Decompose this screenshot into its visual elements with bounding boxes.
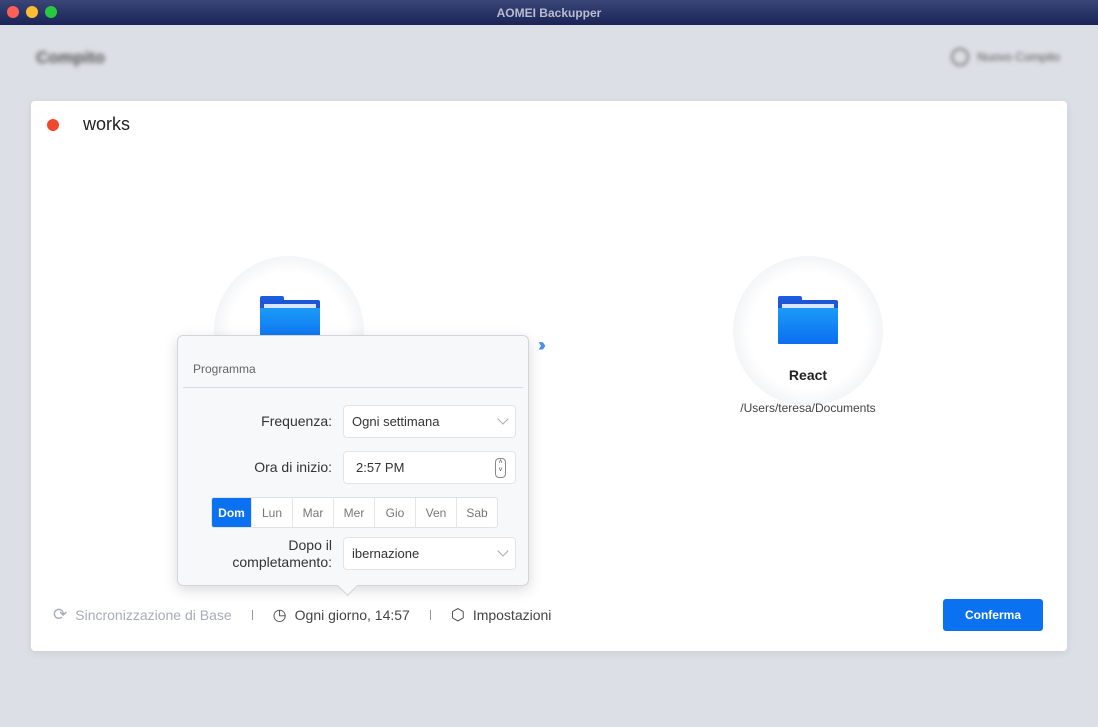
day-sab[interactable]: Sab	[456, 498, 497, 527]
background-page-title: Compito	[36, 48, 105, 67]
frequency-label: Frequenza:	[261, 413, 332, 429]
after-completion-value: ibernazione	[352, 546, 420, 561]
sync-icon: ⟳	[53, 605, 68, 624]
schedule-label: Ogni giorno, 14:57	[294, 607, 410, 623]
start-time-value: 2:57 PM	[356, 460, 405, 475]
day-ven[interactable]: Ven	[415, 498, 456, 527]
after-label-line2: completamento:	[232, 554, 332, 570]
zoom-window-button[interactable]	[45, 6, 57, 18]
settings-label: Impostazioni	[472, 607, 552, 623]
minimize-window-button[interactable]	[26, 6, 38, 18]
day-mar[interactable]: Mar	[292, 498, 333, 527]
confirm-button[interactable]: Conferma	[943, 599, 1043, 631]
settings-button[interactable]: ⬡ Impostazioni	[451, 605, 552, 625]
destination-folder-icon[interactable]	[778, 296, 838, 344]
sync-mode-button[interactable]: ⟳ Sincronizzazione di Base	[53, 605, 232, 625]
divider	[183, 387, 523, 388]
background-new-task-button: Nuovo Compito	[951, 48, 1060, 66]
status-dot	[47, 119, 59, 131]
after-label-line1: Dopo il	[288, 537, 332, 553]
plus-icon	[951, 48, 970, 66]
weekday-selector: Dom Lun Mar Mer Gio Ven Sab	[211, 497, 498, 528]
day-dom[interactable]: Dom	[212, 498, 251, 527]
day-lun[interactable]: Lun	[251, 498, 292, 527]
after-completion-select[interactable]: ibernazione	[343, 537, 516, 570]
frequency-select[interactable]: Ogni settimana	[343, 405, 516, 438]
settings-hex-icon: ⬡	[450, 607, 465, 624]
window-title: AOMEI Backupper	[496, 5, 602, 20]
clock-icon: ◷	[272, 607, 287, 624]
time-stepper[interactable]: ˄ ˅	[495, 458, 506, 478]
after-completion-label: Dopo il completamento:	[232, 537, 332, 571]
day-mer[interactable]: Mer	[333, 498, 374, 527]
divider	[429, 610, 431, 620]
divider	[251, 610, 253, 620]
destination-path: /Users/teresa/Documents	[740, 401, 876, 415]
schedule-button[interactable]: ◷ Ogni giorno, 14:57	[273, 605, 410, 625]
popover-title: Programma	[193, 362, 256, 376]
chevron-down-icon	[497, 413, 509, 425]
chevron-down-icon	[497, 545, 509, 557]
destination-name: React	[788, 367, 828, 383]
frequency-value: Ogni settimana	[352, 414, 440, 429]
sync-mode-label: Sincronizzazione di Base	[75, 607, 232, 623]
start-time-label: Ora di inizio:	[254, 459, 332, 475]
start-time-input[interactable]: 2:57 PM ˄ ˅	[343, 451, 516, 484]
sync-direction-arrows-icon: ›››	[538, 335, 546, 355]
new-task-label: Nuovo Compito	[977, 50, 1060, 64]
close-window-button[interactable]	[7, 6, 19, 18]
task-name: works	[83, 114, 131, 134]
schedule-popover: Programma Frequenza: Ogni settimana Ora …	[177, 335, 529, 586]
day-gio[interactable]: Gio	[374, 498, 415, 527]
title-bar: AOMEI Backupper	[0, 0, 1098, 25]
